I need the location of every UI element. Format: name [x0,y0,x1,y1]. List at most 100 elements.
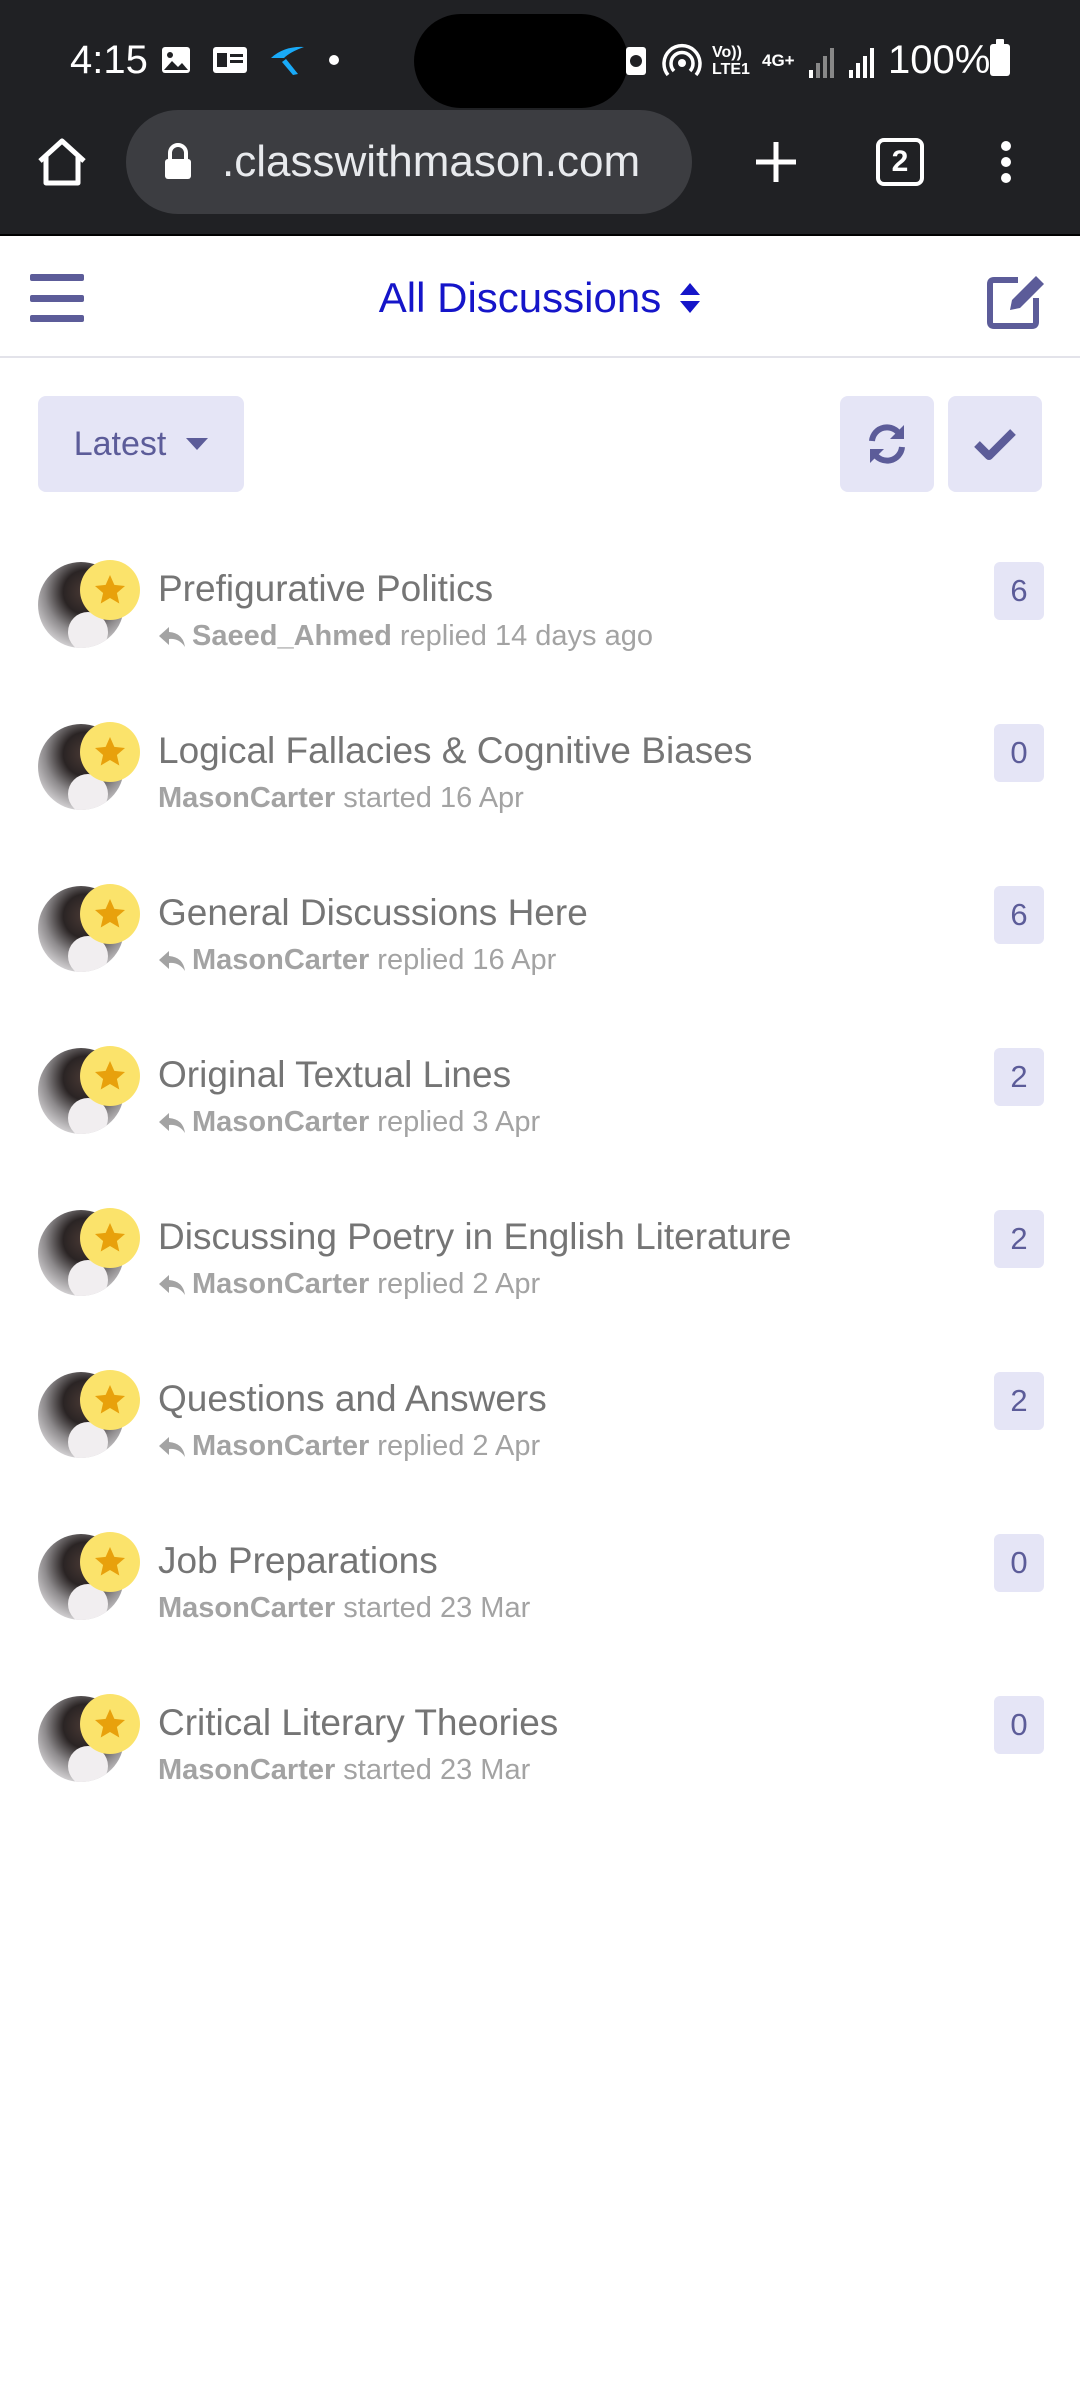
discussion-item[interactable]: General Discussions Here MasonCarter repli… [0,864,1080,1026]
discussion-item[interactable]: Job Preparations MasonCarter started 23 Ma… [0,1512,1080,1674]
reply-icon [158,1272,188,1298]
discussion-list: Prefigurative Politics Saeed_Ahmed replied… [0,540,1080,1836]
plus-icon [756,142,796,182]
hamburger-menu-button[interactable] [30,274,84,322]
caret-down-icon [186,438,209,450]
discussion-activity: replied 14 days ago [399,620,653,652]
more-notifications-dot-icon [329,55,339,65]
discussion-author[interactable]: MasonCarter [192,1106,369,1139]
reply-count-badge: 2 [994,1048,1044,1106]
sort-latest-dropdown[interactable]: Latest [38,396,244,492]
discussion-meta: MasonCarter started 23 Mar [158,1754,530,1787]
browser-toolbar: .classwithmason.com 2 [0,110,1080,236]
discussion-item[interactable]: Questions and Answers MasonCarter replied … [0,1350,1080,1512]
discussion-title[interactable]: Prefigurative Politics [158,568,493,610]
reply-icon [158,948,188,974]
star-icon [92,1544,128,1580]
mark-all-read-button[interactable] [948,396,1042,492]
star-icon [92,1220,128,1256]
star-badge [80,1046,140,1106]
star-badge [80,560,140,620]
discussion-title[interactable]: Questions and Answers [158,1378,547,1420]
address-bar[interactable]: .classwithmason.com [126,110,692,214]
star-icon [92,1706,128,1742]
discussion-activity: started 23 Mar [343,1754,531,1786]
reply-count-badge: 0 [994,1534,1044,1592]
system-status-icons: Vo)) LTE1 4G+ [622,36,878,86]
telenor-logo-icon [271,46,304,75]
notification-icons [160,40,340,80]
sort-label: Latest [73,424,167,463]
reply-count-badge: 2 [994,1210,1044,1268]
discussion-item[interactable]: Discussing Poetry in English Literature M… [0,1188,1080,1350]
discussion-author[interactable]: MasonCarter [158,782,335,815]
discussion-author[interactable]: MasonCarter [158,1754,335,1787]
discussion-author[interactable]: MasonCarter [158,1592,335,1625]
discussion-title[interactable]: Logical Fallacies & Cognitive Biases [158,730,752,772]
home-button[interactable] [30,130,94,194]
star-badge [80,1694,140,1754]
battery-icon [990,39,1010,76]
star-icon [92,896,128,932]
discussion-item[interactable]: Critical Literary Theories MasonCarter sta… [0,1674,1080,1836]
lock-icon [162,140,194,184]
discussion-meta: MasonCarter replied 3 Apr [158,1106,540,1139]
discussion-title[interactable]: Original Textual Lines [158,1054,511,1096]
reply-count-badge: 0 [994,724,1044,782]
discussion-meta: MasonCarter started 23 Mar [158,1592,530,1625]
discussion-title[interactable]: Job Preparations [158,1540,438,1582]
discussion-activity: started 16 Apr [343,782,524,814]
star-badge [80,884,140,944]
camera-cutout [414,14,628,108]
reply-count-badge: 2 [994,1372,1044,1430]
hamburger-line [30,294,84,302]
refresh-button[interactable] [840,396,934,492]
discussion-item[interactable]: Logical Fallacies & Cognitive Biases Maso… [0,702,1080,864]
signal-strength-1-icon [809,48,834,78]
discussion-author[interactable]: MasonCarter [192,1268,369,1301]
reply-count-badge: 6 [994,562,1044,620]
reply-icon [158,1434,188,1460]
browser-menu-button[interactable] [986,130,1026,194]
star-badge [80,1370,140,1430]
discussion-title[interactable]: Critical Literary Theories [158,1702,558,1744]
discussion-meta: MasonCarter replied 2 Apr [158,1430,540,1463]
star-icon [92,734,128,770]
volte-label: Vo)) LTE1 [712,44,750,78]
gallery-icon [162,47,190,73]
discussion-meta: Saeed_Ahmed replied 14 days ago [158,620,653,653]
discussion-activity: replied 2 Apr [377,1268,541,1300]
discussion-meta: MasonCarter replied 2 Apr [158,1268,540,1301]
discussions-filter-dropdown[interactable]: All Discussions [379,274,701,322]
refresh-icon [869,424,905,464]
discussion-activity: started 23 Mar [343,1592,531,1624]
compose-edit-icon [987,276,1044,329]
hamburger-line [30,274,84,281]
star-icon [92,1382,128,1418]
status-bar: 4:15 Vo)) LTE1 4G+ 100% [0,0,1080,110]
discussion-meta: MasonCarter started 16 Apr [158,782,524,815]
star-icon [92,572,128,608]
new-tab-button[interactable] [744,130,808,194]
id-card-icon [213,47,247,73]
star-badge [80,722,140,782]
discussion-author[interactable]: MasonCarter [192,1430,369,1463]
reply-count-badge: 6 [994,886,1044,944]
discussion-item[interactable]: Prefigurative Politics Saeed_Ahmed replied… [0,540,1080,702]
new-discussion-button[interactable] [984,266,1050,332]
discussion-activity: replied 16 Apr [377,944,557,976]
discussion-item[interactable]: Original Textual Lines MasonCarter replied… [0,1026,1080,1188]
alarm-icon [626,47,646,75]
discussion-title[interactable]: Discussing Poetry in English Literature [158,1216,791,1258]
reply-icon [158,1110,188,1136]
discussion-activity: replied 3 Apr [377,1106,541,1138]
discussion-title[interactable]: General Discussions Here [158,892,588,934]
discussion-activity: replied 2 Apr [377,1430,541,1462]
sort-updown-icon [680,283,701,313]
url-text: .classwithmason.com [222,137,641,186]
discussion-author[interactable]: Saeed_Ahmed [192,620,392,653]
more-vertical-icon [1001,141,1011,183]
discussion-author[interactable]: MasonCarter [192,944,369,977]
home-icon [38,138,86,186]
tab-switcher-button[interactable]: 2 [876,138,924,186]
